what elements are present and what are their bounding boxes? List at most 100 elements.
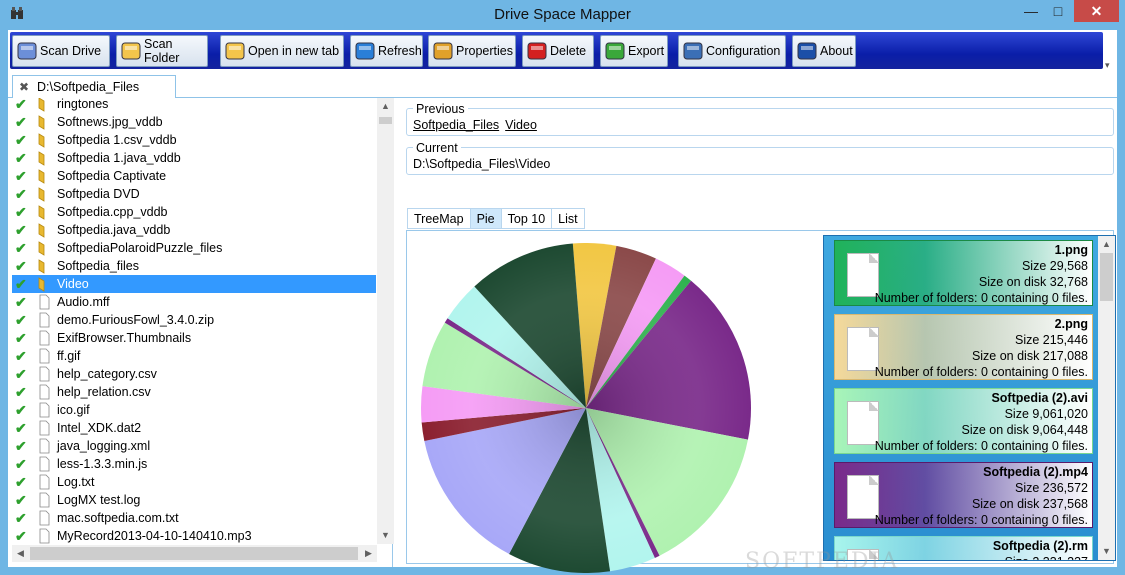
file-icon: [36, 312, 52, 328]
checkmark-icon[interactable]: ✔: [15, 168, 33, 185]
scroll-left-icon[interactable]: ◀: [12, 545, 29, 562]
tree-item[interactable]: ✔ less-1.3.3.min.js: [12, 455, 376, 473]
checkmark-icon[interactable]: ✔: [15, 492, 33, 509]
tree-item[interactable]: ✔ Intel_XDK.dat2: [12, 419, 376, 437]
close-tab-icon[interactable]: ✖: [19, 81, 30, 93]
tree-item[interactable]: ✔ ff.gif: [12, 347, 376, 365]
scroll-down-icon[interactable]: ▼: [377, 527, 394, 544]
open-new-tab-button[interactable]: Open in new tab: [220, 35, 344, 67]
tab-treemap[interactable]: TreeMap: [407, 208, 471, 229]
checkmark-icon[interactable]: ✔: [15, 276, 33, 293]
file-card[interactable]: 1.png Size 29,568 Size on disk 32,768 Nu…: [834, 240, 1093, 306]
tree-item[interactable]: ✔ Softpedia 1.csv_vddb: [12, 131, 376, 149]
checkmark-icon[interactable]: ✔: [15, 98, 33, 113]
scroll-down-icon[interactable]: ▼: [1098, 543, 1115, 560]
tree-item[interactable]: ✔ Video: [12, 275, 376, 293]
checkmark-icon[interactable]: ✔: [15, 510, 33, 527]
file-card[interactable]: Softpedia (2).avi Size 9,061,020 Size on…: [834, 388, 1093, 454]
tree-item[interactable]: ✔ LogMX test.log: [12, 491, 376, 509]
scroll-thumb[interactable]: [1100, 253, 1113, 301]
scan-folder-button[interactable]: Scan Folder: [116, 35, 208, 67]
configuration-button[interactable]: Configuration: [678, 35, 786, 67]
pie-chart[interactable]: [415, 243, 757, 573]
tree-item[interactable]: ✔ Softpedia.java_vddb: [12, 221, 376, 239]
checkmark-icon[interactable]: ✔: [15, 330, 33, 347]
tree-item[interactable]: ✔ demo.FuriousFowl_3.4.0.zip: [12, 311, 376, 329]
maximize-button[interactable]: □: [1045, 0, 1071, 22]
scroll-up-icon[interactable]: ▲: [1098, 236, 1115, 253]
checkmark-icon[interactable]: ✔: [15, 348, 33, 365]
scroll-thumb[interactable]: [379, 117, 392, 124]
checkmark-icon[interactable]: ✔: [15, 366, 33, 383]
refresh-button[interactable]: Refresh: [350, 35, 423, 67]
tree-horizontal-scrollbar[interactable]: ◀ ▶: [12, 545, 377, 562]
scan-drive-button[interactable]: Scan Drive: [12, 35, 110, 67]
document-tab-strip: ✖ D:\Softpedia_Files: [8, 72, 1117, 98]
breadcrumb-link[interactable]: Video: [505, 118, 537, 132]
folder-tree[interactable]: ✔ ringtones ✔ Softnews.jpg_vddb ✔ Softpedia 1…: [12, 98, 376, 544]
file-card-folders: Number of folders: 0 containing 0 files.: [874, 513, 1088, 527]
tab-pie[interactable]: Pie: [469, 208, 502, 229]
tab-list[interactable]: List: [551, 208, 585, 229]
checkmark-icon[interactable]: ✔: [15, 474, 33, 491]
checkmark-icon[interactable]: ✔: [15, 132, 33, 149]
checkmark-icon[interactable]: ✔: [15, 456, 33, 473]
scroll-up-icon[interactable]: ▲: [377, 98, 394, 115]
tree-item[interactable]: ✔ Softpedia DVD: [12, 185, 376, 203]
tree-item[interactable]: ✔ mac.softpedia.com.txt: [12, 509, 376, 527]
cards-vertical-scrollbar[interactable]: ▲ ▼: [1098, 236, 1115, 560]
tab-top-10[interactable]: Top 10: [500, 208, 553, 229]
tab-softpedia-files[interactable]: ✖ D:\Softpedia_Files: [12, 75, 176, 98]
checkmark-icon[interactable]: ✔: [15, 438, 33, 455]
checkmark-icon[interactable]: ✔: [15, 222, 33, 239]
checkmark-icon[interactable]: ✔: [15, 204, 33, 221]
file-icon: [36, 456, 52, 472]
tree-item-label: LogMX test.log: [57, 493, 141, 507]
close-window-button[interactable]: ✕: [1074, 0, 1119, 22]
scroll-thumb[interactable]: [30, 547, 358, 560]
tree-item[interactable]: ✔ Softpedia_files: [12, 257, 376, 275]
about-button[interactable]: About: [792, 35, 856, 67]
tree-item[interactable]: ✔ help_category.csv: [12, 365, 376, 383]
checkmark-icon[interactable]: ✔: [15, 312, 33, 329]
tree-item[interactable]: ✔ ringtones: [12, 98, 376, 113]
export-label: Export: [628, 44, 665, 58]
tree-item[interactable]: ✔ Log.txt: [12, 473, 376, 491]
tree-item-label: java_logging.xml: [57, 439, 151, 453]
checkmark-icon[interactable]: ✔: [15, 294, 33, 311]
tree-item[interactable]: ✔ java_logging.xml: [12, 437, 376, 455]
tree-item[interactable]: ✔ help_relation.csv: [12, 383, 376, 401]
checkmark-icon[interactable]: ✔: [15, 150, 33, 167]
tree-item[interactable]: ✔ Audio.mff: [12, 293, 376, 311]
file-card[interactable]: Softpedia (2).mp4 Size 236,572 Size on d…: [834, 462, 1093, 528]
tree-item[interactable]: ✔ Softpedia Captivate: [12, 167, 376, 185]
tree-item[interactable]: ✔ MyRecord2013-04-10-140410.mp3: [12, 527, 376, 544]
checkmark-icon[interactable]: ✔: [15, 420, 33, 437]
checkmark-icon[interactable]: ✔: [15, 528, 33, 545]
export-button[interactable]: Export: [600, 35, 668, 67]
tree-item[interactable]: ✔ Softpedia 1.java_vddb: [12, 149, 376, 167]
about-label: About: [820, 44, 853, 58]
tree-item-label: Audio.mff: [57, 295, 110, 309]
properties-button[interactable]: Properties: [428, 35, 516, 67]
file-card[interactable]: 2.png Size 215,446 Size on disk 217,088 …: [834, 314, 1093, 380]
export-icon: [604, 40, 626, 62]
file-card[interactable]: Softpedia (2).rm Size 2,331,237 Size on …: [834, 536, 1093, 560]
checkmark-icon[interactable]: ✔: [15, 186, 33, 203]
breadcrumb-link[interactable]: Softpedia_Files: [413, 118, 499, 132]
checkmark-icon[interactable]: ✔: [15, 258, 33, 275]
toolbar-overflow-icon[interactable]: ▾: [1105, 60, 1115, 70]
tree-vertical-scrollbar[interactable]: ▲ ▼: [377, 98, 394, 544]
tree-item[interactable]: ✔ Softnews.jpg_vddb: [12, 113, 376, 131]
tree-item[interactable]: ✔ SoftpediaPolaroidPuzzle_files: [12, 239, 376, 257]
scroll-right-icon[interactable]: ▶: [360, 545, 377, 562]
tree-item[interactable]: ✔ ExifBrowser.Thumbnails: [12, 329, 376, 347]
checkmark-icon[interactable]: ✔: [15, 402, 33, 419]
checkmark-icon[interactable]: ✔: [15, 240, 33, 257]
minimize-button[interactable]: —: [1018, 0, 1044, 22]
checkmark-icon[interactable]: ✔: [15, 384, 33, 401]
tree-item[interactable]: ✔ ico.gif: [12, 401, 376, 419]
checkmark-icon[interactable]: ✔: [15, 114, 33, 131]
delete-button[interactable]: Delete: [522, 35, 594, 67]
tree-item[interactable]: ✔ Softpedia.cpp_vddb: [12, 203, 376, 221]
